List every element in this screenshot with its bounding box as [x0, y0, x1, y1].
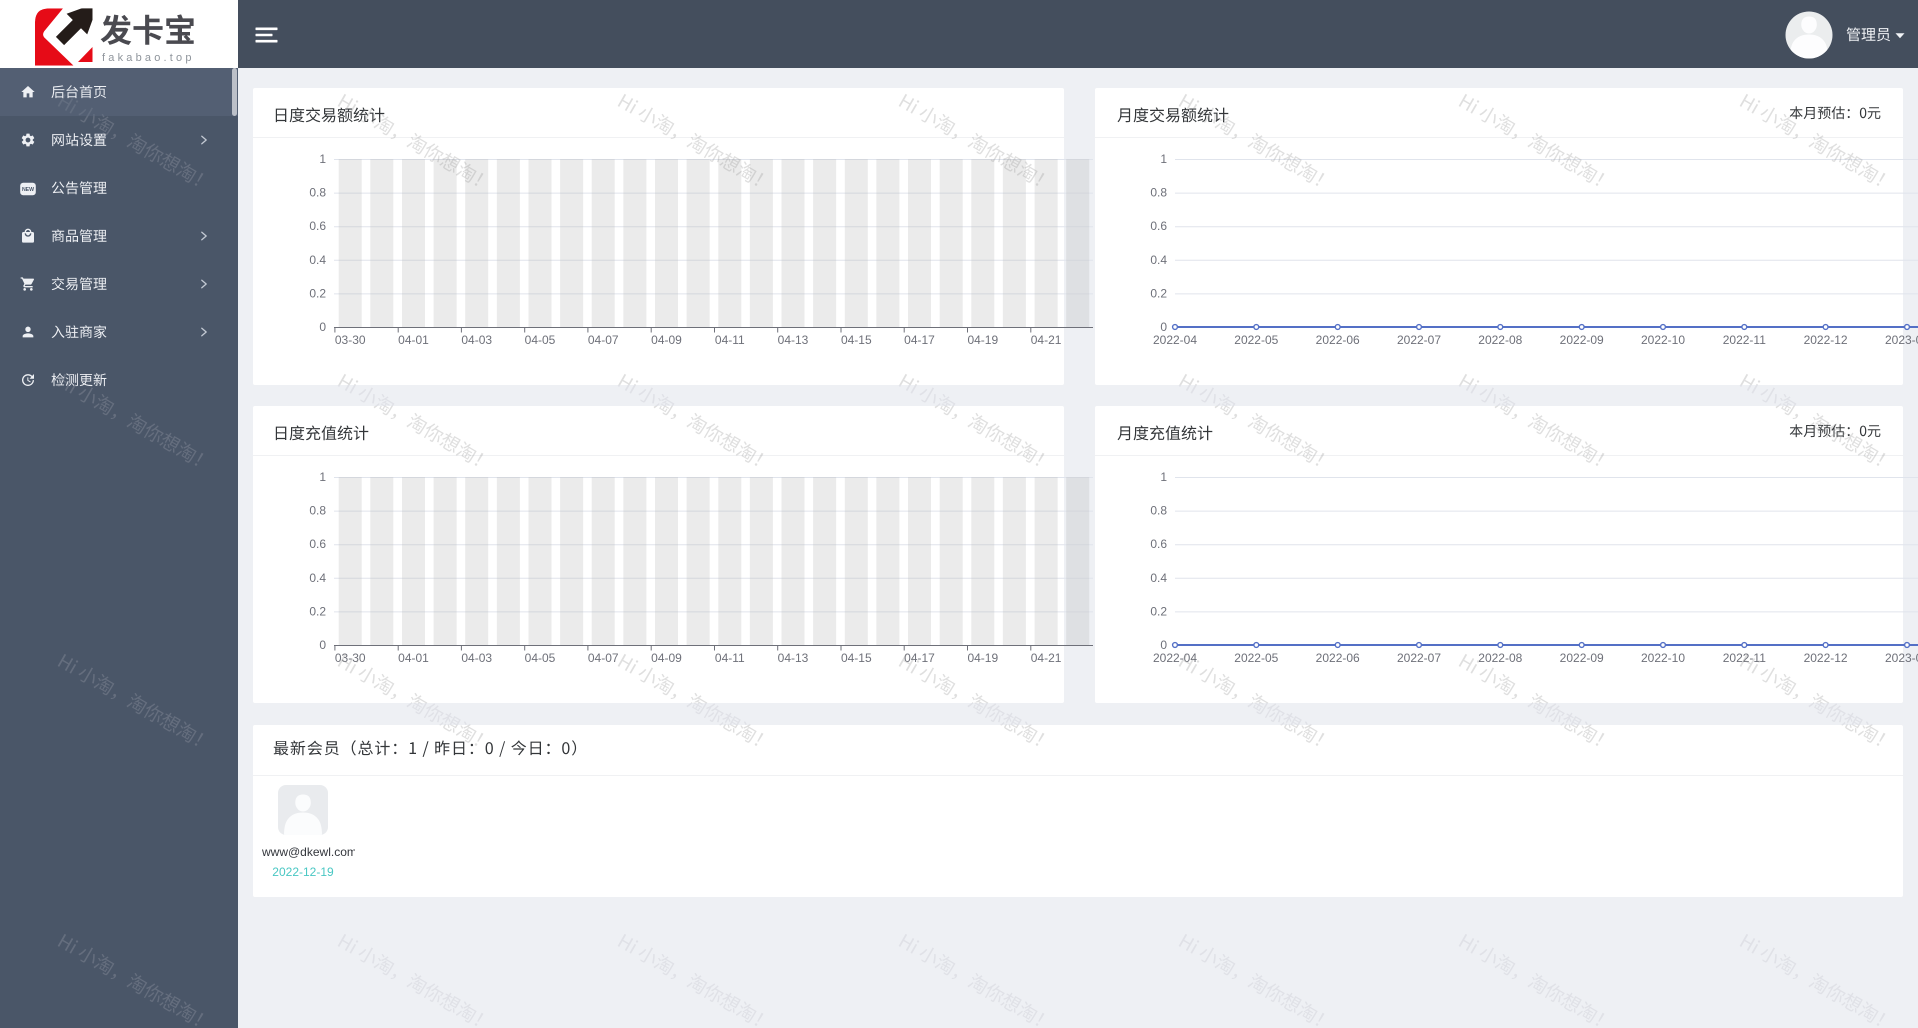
svg-text:04-09: 04-09 — [651, 651, 682, 665]
svg-text:2022-08: 2022-08 — [1478, 651, 1522, 665]
svg-text:0.2: 0.2 — [309, 604, 326, 618]
svg-text:NEW: NEW — [22, 187, 34, 193]
svg-text:2022-09: 2022-09 — [1560, 651, 1604, 665]
svg-text:04-07: 04-07 — [588, 651, 619, 665]
svg-text:04-07: 04-07 — [588, 333, 619, 347]
svg-text:2023-01: 2023-01 — [1885, 333, 1918, 347]
svg-text:2022-11: 2022-11 — [1723, 333, 1766, 347]
svg-text:04-21: 04-21 — [1031, 651, 1062, 665]
svg-text:2022-12: 2022-12 — [1804, 651, 1848, 665]
svg-text:0.2: 0.2 — [1150, 286, 1167, 300]
svg-text:0: 0 — [1160, 638, 1167, 652]
svg-text:0.8: 0.8 — [309, 504, 326, 518]
svg-text:04-13: 04-13 — [778, 651, 809, 665]
svg-text:2022-06: 2022-06 — [1316, 651, 1360, 665]
svg-text:04-11: 04-11 — [715, 333, 745, 347]
svg-text:04-19: 04-19 — [967, 651, 998, 665]
svg-text:2022-05: 2022-05 — [1234, 333, 1278, 347]
svg-text:04-15: 04-15 — [841, 651, 872, 665]
svg-text:0.2: 0.2 — [309, 286, 326, 300]
svg-text:2022-10: 2022-10 — [1641, 333, 1685, 347]
svg-text:1: 1 — [1160, 152, 1167, 166]
svg-text:1: 1 — [1160, 470, 1167, 484]
svg-text:0.6: 0.6 — [1150, 219, 1167, 233]
svg-text:0.6: 0.6 — [309, 537, 326, 551]
svg-text:04-03: 04-03 — [461, 333, 492, 347]
svg-text:1: 1 — [319, 470, 326, 484]
svg-text:04-15: 04-15 — [841, 333, 872, 347]
svg-text:0: 0 — [319, 320, 326, 334]
svg-text:04-13: 04-13 — [778, 333, 809, 347]
svg-text:03-30: 03-30 — [335, 651, 366, 665]
svg-text:1: 1 — [319, 152, 326, 166]
svg-text:0.8: 0.8 — [1150, 186, 1167, 200]
svg-text:04-21: 04-21 — [1031, 333, 1062, 347]
svg-text:04-01: 04-01 — [398, 333, 429, 347]
svg-text:2022-12: 2022-12 — [1804, 333, 1848, 347]
svg-text:0: 0 — [319, 638, 326, 652]
svg-text:2022-11: 2022-11 — [1723, 651, 1766, 665]
svg-text:04-19: 04-19 — [967, 333, 998, 347]
svg-text:2022-04: 2022-04 — [1153, 333, 1197, 347]
svg-text:2022-04: 2022-04 — [1153, 651, 1197, 665]
svg-text:0.2: 0.2 — [1150, 604, 1167, 618]
svg-text:2022-07: 2022-07 — [1397, 651, 1441, 665]
svg-text:2022-10: 2022-10 — [1641, 651, 1685, 665]
svg-text:2022-06: 2022-06 — [1316, 333, 1360, 347]
svg-text:0.4: 0.4 — [309, 571, 326, 585]
svg-text:04-05: 04-05 — [525, 651, 556, 665]
svg-text:0: 0 — [1160, 320, 1167, 334]
svg-text:0.4: 0.4 — [1150, 571, 1167, 585]
svg-text:2022-05: 2022-05 — [1234, 651, 1278, 665]
svg-text:04-11: 04-11 — [715, 651, 745, 665]
svg-text:0.8: 0.8 — [309, 186, 326, 200]
svg-text:0.4: 0.4 — [1150, 253, 1167, 267]
svg-text:0.8: 0.8 — [1150, 504, 1167, 518]
svg-text:04-01: 04-01 — [398, 651, 429, 665]
svg-text:2023-01: 2023-01 — [1885, 651, 1918, 665]
svg-text:04-05: 04-05 — [525, 333, 556, 347]
svg-text:04-17: 04-17 — [904, 333, 935, 347]
svg-text:04-17: 04-17 — [904, 651, 935, 665]
svg-text:2022-07: 2022-07 — [1397, 333, 1441, 347]
svg-text:2022-09: 2022-09 — [1560, 333, 1604, 347]
svg-text:0.4: 0.4 — [309, 253, 326, 267]
svg-text:2022-08: 2022-08 — [1478, 333, 1522, 347]
svg-text:04-03: 04-03 — [461, 651, 492, 665]
svg-text:0.6: 0.6 — [1150, 537, 1167, 551]
svg-text:0.6: 0.6 — [309, 219, 326, 233]
svg-text:03-30: 03-30 — [335, 333, 366, 347]
svg-text:04-09: 04-09 — [651, 333, 682, 347]
